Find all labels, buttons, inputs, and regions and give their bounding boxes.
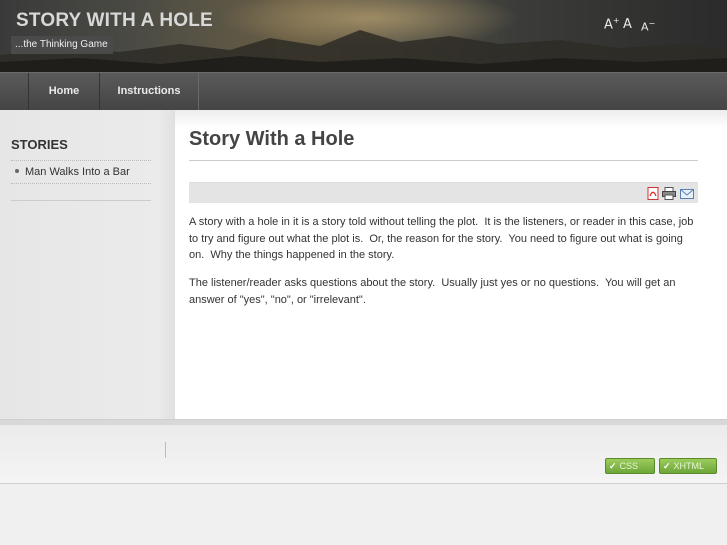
divider	[11, 183, 151, 184]
nav-item-home[interactable]: Home	[28, 73, 100, 110]
font-decrease-button[interactable]: A−	[641, 19, 655, 34]
site-header: STORY WITH A HOLE ...the Thinking Game A…	[0, 0, 727, 72]
article-paragraph: A story with a hole in it is a story tol…	[189, 216, 697, 261]
xhtml-valid-badge[interactable]: ✓ XHTML	[659, 458, 717, 474]
sidebar-item-label[interactable]: Man Walks Into a Bar	[25, 166, 130, 178]
article-title: Story With a Hole	[189, 128, 355, 150]
site-footer: ✓ CSS ✓ XHTML	[0, 425, 727, 484]
article-paragraph: The listener/reader asks questions about…	[189, 277, 679, 306]
main-navigation: Home Instructions	[0, 72, 727, 111]
divider	[11, 200, 151, 201]
divider	[11, 160, 151, 161]
sidebar-title: STORIES	[11, 137, 68, 152]
divider	[165, 442, 166, 458]
nav-item-instructions[interactable]: Instructions	[99, 73, 199, 110]
pdf-icon[interactable]	[646, 187, 660, 200]
sidebar-item-man-walks-into-a-bar[interactable]: Man Walks Into a Bar	[15, 166, 130, 178]
site-title[interactable]: STORY WITH A HOLE	[16, 10, 213, 32]
check-icon: ✓	[663, 461, 671, 471]
article-toolbar	[189, 182, 698, 203]
font-increase-button[interactable]: A+	[604, 16, 620, 32]
check-icon: ✓	[609, 461, 617, 471]
font-reset-button[interactable]: A	[623, 17, 632, 32]
page-bottom	[0, 484, 727, 545]
print-icon[interactable]	[662, 187, 676, 200]
divider	[189, 160, 698, 161]
site-slogan: ...the Thinking Game	[11, 36, 113, 54]
main-content: Story With a Hole A story with a hole in…	[175, 110, 727, 419]
bullet-icon	[15, 169, 19, 174]
email-icon[interactable]	[680, 187, 694, 200]
sidebar: STORIES Man Walks Into a Bar	[0, 110, 175, 419]
css-valid-badge[interactable]: ✓ CSS	[605, 458, 655, 474]
